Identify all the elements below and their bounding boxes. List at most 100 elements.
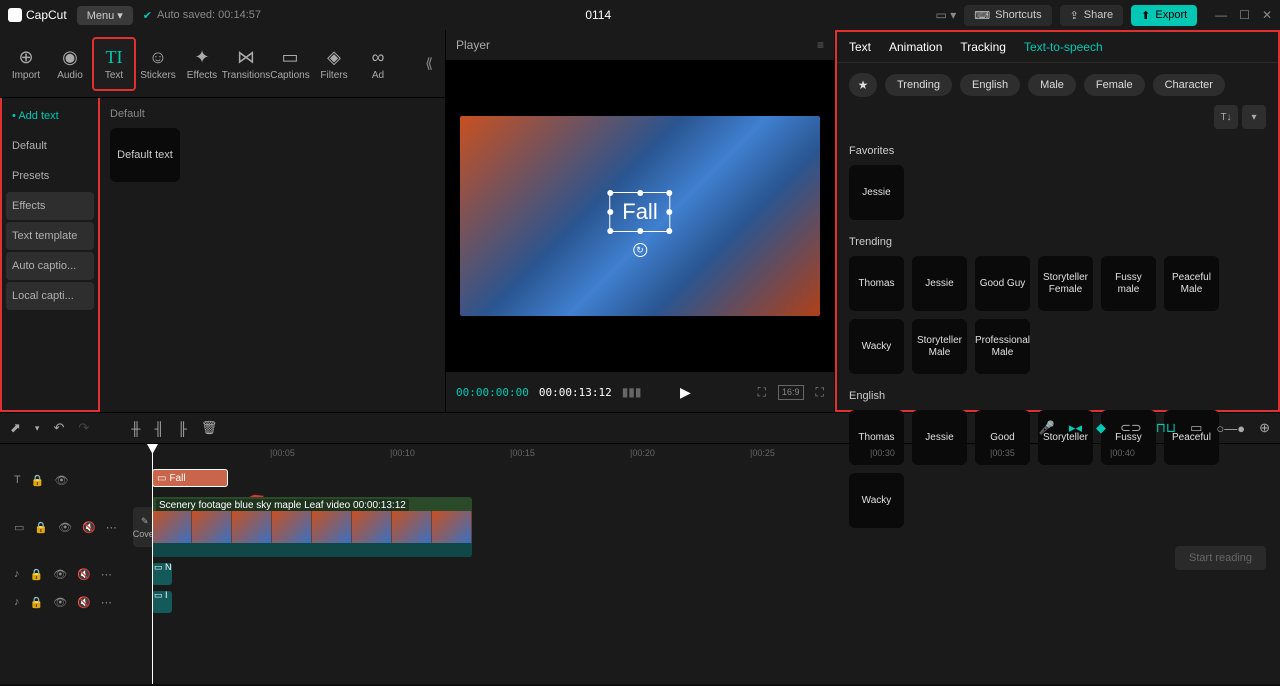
project-title: 0114 [271,8,926,22]
english-heading: English [849,390,1266,402]
ratio-button[interactable]: 16:9 [778,385,804,400]
visibility-icon[interactable]: 👁 [54,474,68,487]
mute-icon[interactable]: 🔇 [77,568,91,581]
shortcuts-button[interactable]: ⌨ Shortcuts [964,5,1051,26]
mic-icon[interactable]: 🎤 [1039,420,1055,436]
audio-track-head-1: ♪ 🔒 👁 🔇 ⋯ [0,560,110,588]
maximize-button[interactable]: ☐ [1239,8,1250,22]
visibility-icon[interactable]: 👁 [58,521,72,534]
playhead[interactable] [152,444,153,684]
section-label: Default [110,108,435,120]
player-title: Player [456,38,490,52]
sidebar-presets[interactable]: Presets [6,162,94,190]
sort-menu-button[interactable]: ▾ [1242,105,1266,129]
menu-button[interactable]: Menu ▾ [77,6,133,25]
voice-good-guy[interactable]: Good Guy [975,256,1030,311]
redo-button[interactable]: ↷ [78,420,89,436]
visibility-icon[interactable]: 👁 [53,568,67,581]
filter-female[interactable]: Female [1084,74,1145,96]
play-button[interactable]: ▶ [680,384,691,401]
tab-animation[interactable]: Animation [889,32,942,62]
lock-icon[interactable]: 🔒 [30,568,44,581]
voice-peaceful-male[interactable]: Peaceful Male [1164,256,1219,311]
stickers-tab[interactable]: ☺Stickers [136,37,180,91]
preview-quality-icon[interactable]: ▮▮▮ [622,385,642,399]
text-tab[interactable]: TIText [92,37,136,91]
voice-thomas[interactable]: Thomas [849,256,904,311]
tab-text[interactable]: Text [849,32,871,62]
audio-tab[interactable]: ◉Audio [48,37,92,91]
lock-icon[interactable]: 🔒 [30,596,44,609]
voice-jessie-fav[interactable]: Jessie [849,165,904,220]
audio-track-head-2: ♪ 🔒 👁 🔇 ⋯ [0,588,110,616]
video-clip[interactable]: Scenery footage blue sky maple Leaf vide… [152,497,472,557]
pointer-menu[interactable]: ▾ [35,423,40,434]
text-track-head: T 🔒 👁 [0,466,110,494]
audio-track-icon: ♪ [14,568,20,580]
minimize-button[interactable]: — [1215,8,1227,22]
lock-icon[interactable]: 🔒 [34,521,48,534]
zoom-fit-icon[interactable]: ⊕ [1259,420,1270,436]
voice-storyteller-male[interactable]: Storyteller Male [912,319,967,374]
captions-tab[interactable]: ▭Captions [268,37,312,91]
text-clip[interactable]: ▭ Fall [152,469,228,487]
sidebar-add-text[interactable]: Add text [6,102,94,130]
filter-male[interactable]: Male [1028,74,1076,96]
app-logo: CapCut [8,8,67,22]
zoom-slider[interactable]: ○—● [1216,421,1245,436]
magnet-icon[interactable]: ◆ [1096,420,1106,436]
filter-favorites[interactable]: ★ [849,73,877,97]
filter-character[interactable]: Character [1153,74,1225,96]
sidebar-auto-captions[interactable]: Auto captio... [6,252,94,280]
layout-icon[interactable]: ▭ ▾ [936,8,957,22]
lock-icon[interactable]: 🔒 [31,474,45,487]
sidebar-default[interactable]: Default [6,132,94,160]
trim-right-button[interactable]: ╟ [178,421,187,436]
scale-icon[interactable]: ⛶ [758,385,766,400]
rotate-handle[interactable]: ↻ [633,243,647,257]
mute-icon[interactable]: 🔇 [82,521,96,534]
mute-icon[interactable]: 🔇 [77,596,91,609]
player-canvas[interactable]: Fall ↻ [460,116,820,316]
pointer-tool[interactable]: ⬈ [10,420,21,436]
time-ruler[interactable]: |00:05 |00:10 |00:15 |00:20 |00:25 |00:3… [110,444,1280,466]
link-icon[interactable]: ⊂⊃ [1120,420,1142,436]
transitions-tab[interactable]: ⋈Transitions [224,37,268,91]
sort-button[interactable]: T↓ [1214,105,1238,129]
filter-english[interactable]: English [960,74,1020,96]
filter-trending[interactable]: Trending [885,74,952,96]
delete-button[interactable]: 🗑 [201,420,218,436]
trim-left-button[interactable]: ╢ [154,421,163,436]
ad-tab[interactable]: ∞Ad [356,37,400,91]
close-button[interactable]: ✕ [1262,8,1272,22]
voice-wacky[interactable]: Wacky [849,319,904,374]
split-button[interactable]: ╫ [131,421,140,436]
preview-icon[interactable]: ▭ [1190,420,1202,436]
visibility-icon[interactable]: 👁 [53,596,67,609]
import-tab[interactable]: ⊕Import [4,37,48,91]
fullscreen-icon[interactable]: ⛶ [816,385,824,400]
effects-tab[interactable]: ✦Effects [180,37,224,91]
undo-button[interactable]: ↶ [53,420,64,436]
text-overlay[interactable]: Fall ↻ [609,192,670,232]
export-button[interactable]: ⬆ Export [1131,5,1197,26]
voice-storyteller-female[interactable]: Storyteller Female [1038,256,1093,311]
audio-clip-1[interactable]: ▭ N [152,563,172,585]
snap-icon[interactable]: ⊓⊔ [1156,420,1176,436]
share-button[interactable]: ⇪ Share [1060,5,1124,26]
tab-tracking[interactable]: Tracking [960,32,1006,62]
sidebar-local-captions[interactable]: Local capti... [6,282,94,310]
time-current: 00:00:00:00 [456,386,529,399]
voice-professional-male[interactable]: Professional Male [975,319,1030,374]
magnet-start-icon[interactable]: ▸◂ [1069,420,1082,436]
collapse-icon[interactable]: ⟪ [417,55,441,72]
sidebar-effects[interactable]: Effects [6,192,94,220]
voice-fussy-male[interactable]: Fussy male [1101,256,1156,311]
sidebar-text-template[interactable]: Text template [6,222,94,250]
voice-jessie[interactable]: Jessie [912,256,967,311]
player-menu-icon[interactable]: ≡ [817,38,824,52]
filters-tab[interactable]: ◈Filters [312,37,356,91]
default-text-thumb[interactable]: Default text [110,128,180,182]
audio-clip-2[interactable]: ▭ I [152,591,172,613]
tab-tts[interactable]: Text-to-speech [1024,32,1103,62]
